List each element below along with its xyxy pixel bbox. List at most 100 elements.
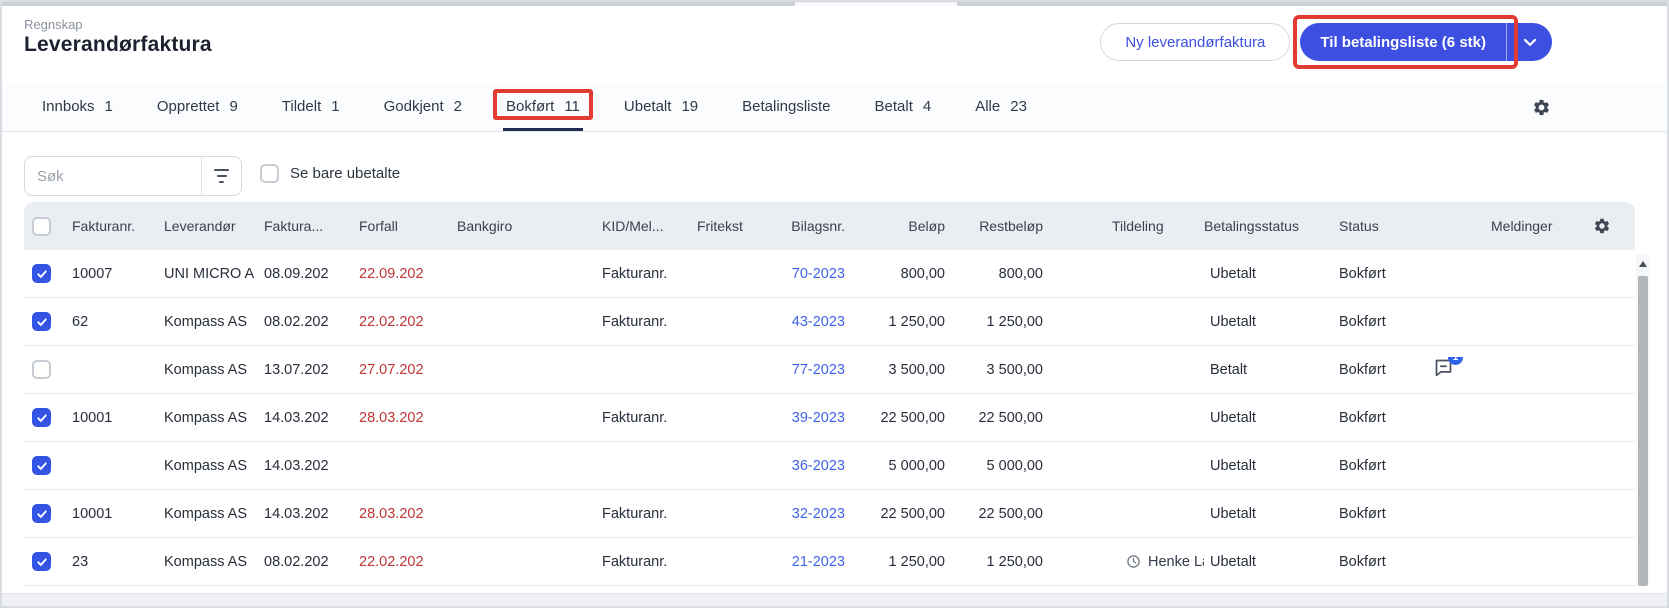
row-checkbox[interactable] (32, 360, 51, 379)
search-input[interactable] (25, 157, 201, 195)
cell-fakturadato: 08.02.202 (264, 554, 359, 570)
tab-count: 1 (331, 98, 339, 115)
tab-settings-gear-icon[interactable] (1532, 82, 1551, 132)
bilagsnr-link[interactable]: 77-2023 (792, 362, 845, 378)
tab-alle[interactable]: Alle 23 (975, 82, 1027, 131)
scroll-up-button[interactable] (1636, 254, 1649, 274)
bilagsnr-link[interactable]: 43-2023 (792, 314, 845, 330)
tab-bokf-rt[interactable]: Bokført 11 (506, 82, 580, 131)
col-header-tildeling[interactable]: Tildeling (1106, 218, 1204, 234)
table-header-row: Fakturanr. Leverandør Faktura... Forfall… (24, 202, 1635, 250)
tildeling-name: Henke La (1148, 554, 1204, 570)
horizontal-scrollbar[interactable] (2, 593, 1667, 606)
check-icon (35, 315, 49, 329)
col-header-fakturanr[interactable]: Fakturanr. (72, 218, 164, 234)
tab-label: Betalt (875, 98, 913, 115)
new-invoice-button[interactable]: Ny leverandørfaktura (1100, 23, 1290, 61)
col-header-kid[interactable]: KID/Mel... (602, 218, 697, 234)
cell-belop: 22 500,00 (849, 410, 949, 426)
bilagsnr-link[interactable]: 21-2023 (792, 554, 845, 570)
table-row[interactable]: 62 Kompass AS 08.02.202 22.02.202 Faktur… (24, 298, 1635, 346)
tab-betalingsliste[interactable]: Betalingsliste (742, 82, 830, 131)
show-only-unpaid-toggle[interactable]: Se bare ubetalte (260, 164, 400, 183)
breadcrumb: Regnskap (24, 17, 83, 32)
cell-leverandor: Kompass AS (164, 362, 264, 378)
table-row[interactable]: 10001 Kompass AS 14.03.202 28.03.202 Fak… (24, 490, 1635, 538)
table-row[interactable]: 10001 Kompass AS 14.03.202 28.03.202 Fak… (24, 394, 1635, 442)
table-row[interactable]: 10007 UNI MICRO A 08.09.202 22.09.202 Fa… (24, 250, 1635, 298)
tab-count: 19 (681, 98, 698, 115)
bilagsnr-link[interactable]: 36-2023 (792, 458, 845, 474)
cell-belop: 3 500,00 (849, 362, 949, 378)
cell-fakturanr: 10001 (72, 506, 164, 522)
row-checkbox[interactable] (32, 264, 51, 283)
cell-fakturadato: 14.03.202 (264, 410, 359, 426)
tab-count: 2 (454, 98, 462, 115)
header-actions: Ny leverandørfaktura Til betalingsliste … (1100, 23, 1552, 61)
cell-kid: Fakturanr. (602, 554, 697, 570)
cell-status: Bokført (1339, 362, 1427, 378)
tab-ubetalt[interactable]: Ubetalt 19 (624, 82, 698, 131)
col-header-leverandor[interactable]: Leverandør (164, 218, 264, 234)
col-header-forfall[interactable]: Forfall (359, 218, 457, 234)
col-header-meldinger[interactable]: Meldinger (1427, 218, 1579, 234)
message-icon[interactable]: 1 (1433, 357, 1454, 382)
col-header-belop[interactable]: Beløp (849, 218, 949, 234)
bilagsnr-link[interactable]: 70-2023 (792, 266, 845, 282)
row-checkbox[interactable] (32, 312, 51, 331)
cell-fakturanr: 10007 (72, 266, 164, 282)
tab-label: Bokført (506, 98, 554, 115)
tab-tildelt[interactable]: Tildelt 1 (282, 82, 340, 131)
select-all-checkbox[interactable] (32, 217, 51, 236)
tab-opprettet[interactable]: Opprettet 9 (157, 82, 238, 131)
tab-godkjent[interactable]: Godkjent 2 (384, 82, 462, 131)
tab-count: 1 (105, 98, 113, 115)
tab-betalt[interactable]: Betalt 4 (875, 82, 932, 131)
table-body: 10007 UNI MICRO A 08.09.202 22.09.202 Fa… (24, 250, 1635, 586)
tab-label: Ubetalt (624, 98, 672, 115)
col-header-status[interactable]: Status (1339, 218, 1427, 234)
tab-label: Alle (975, 98, 1000, 115)
cell-fakturanr: 62 (72, 314, 164, 330)
table-row[interactable]: 23 Kompass AS 08.02.202 22.02.202 Faktur… (24, 538, 1635, 586)
bilagsnr-link[interactable]: 32-2023 (792, 506, 845, 522)
tab-label: Innboks (42, 98, 95, 115)
cell-restbelop: 22 500,00 (949, 410, 1047, 426)
cell-status: Bokført (1339, 506, 1427, 522)
cell-status: Bokført (1339, 410, 1427, 426)
row-checkbox[interactable] (32, 456, 51, 475)
cell-belop: 800,00 (849, 266, 949, 282)
col-header-betalingsstatus[interactable]: Betalingsstatus (1204, 218, 1339, 234)
row-checkbox[interactable] (32, 504, 51, 523)
table-settings-gear-icon[interactable] (1579, 217, 1635, 235)
col-header-bankgiro[interactable]: Bankgiro (457, 218, 602, 234)
vertical-scrollbar[interactable] (1636, 254, 1649, 586)
filter-icon[interactable] (201, 157, 241, 195)
cell-betalingsstatus: Ubetalt (1204, 314, 1339, 330)
tab-label: Betalingsliste (742, 98, 830, 115)
col-header-bilagsnr[interactable]: Bilagsnr. (787, 218, 849, 234)
cell-kid: Fakturanr. (602, 410, 697, 426)
col-header-fakturadato[interactable]: Faktura... (264, 218, 359, 234)
row-checkbox[interactable] (32, 408, 51, 427)
vertical-scrollbar-thumb[interactable] (1638, 276, 1648, 586)
payment-list-dropdown-button[interactable] (1506, 23, 1552, 61)
tab-list: Innboks 1 Opprettet 9 Tildelt 1 (42, 82, 1071, 131)
tab-bar: Innboks 1 Opprettet 9 Tildelt 1 (2, 82, 1667, 132)
cell-status: Bokført (1339, 554, 1427, 570)
col-header-restbelop[interactable]: Restbeløp (949, 218, 1047, 234)
bilagsnr-link[interactable]: 39-2023 (792, 410, 845, 426)
cell-betalingsstatus: Ubetalt (1204, 266, 1339, 282)
cell-kid: Fakturanr. (602, 506, 697, 522)
table-row[interactable]: Kompass AS 14.03.202 36-2023 5 000,00 5 … (24, 442, 1635, 490)
cell-restbelop: 1 250,00 (949, 554, 1047, 570)
to-payment-list-button[interactable]: Til betalingsliste (6 stk) (1300, 23, 1506, 61)
tab-innboks[interactable]: Innboks 1 (42, 82, 113, 131)
col-header-fritekst[interactable]: Fritekst (697, 218, 787, 234)
tab-label: Godkjent (384, 98, 444, 115)
row-checkbox[interactable] (32, 552, 51, 571)
show-only-unpaid-checkbox[interactable] (260, 164, 279, 183)
page-title: Leverandørfaktura (24, 33, 212, 57)
cell-forfall: 27.07.202 (359, 362, 457, 378)
table-row[interactable]: Kompass AS 13.07.202 27.07.202 77-2023 3… (24, 346, 1635, 394)
